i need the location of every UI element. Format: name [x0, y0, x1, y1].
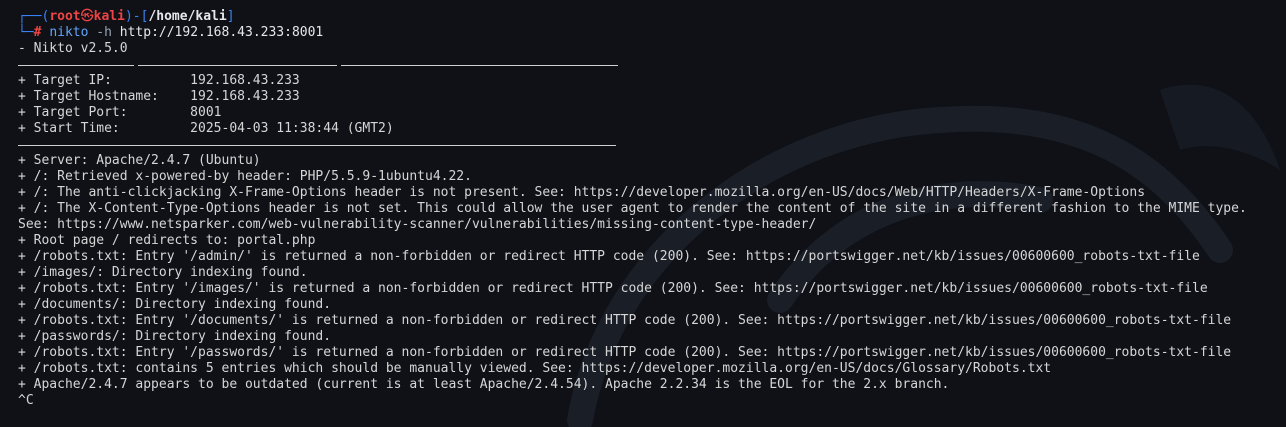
- finding-line: + /documents/: Directory indexing found.: [18, 297, 332, 312]
- finding-line: See: https://www.netsparker.com/web-vuln…: [18, 217, 817, 232]
- finding-line: + /robots.txt: Entry '/passwords/' is re…: [18, 345, 1232, 360]
- command-flag: -h: [96, 25, 112, 40]
- prompt-host: kali: [93, 9, 125, 24]
- finding-line: + Server: Apache/2.4.7 (Ubuntu): [18, 153, 261, 168]
- finding-line: + /robots.txt: Entry '/images/' is retur…: [18, 281, 1208, 296]
- finding-line: + /robots.txt: Entry '/documents/' is re…: [18, 313, 1232, 328]
- finding-line: + /: The anti-clickjacking X-Frame-Optio…: [18, 185, 1146, 200]
- command-name: nikto: [49, 25, 89, 40]
- finding-line: + /robots.txt: Entry '/admin/' is return…: [18, 249, 1200, 264]
- finding-line: + /: Retrieved x-powered-by header: PHP/…: [18, 169, 472, 184]
- finding-line: + /: The X-Content-Type-Options header i…: [18, 201, 1247, 216]
- finding-line: + /images/: Directory indexing found.: [18, 265, 308, 280]
- finding-line: + Apache/2.4.7 appears to be outdated (c…: [18, 377, 950, 392]
- separator-line: [18, 57, 1286, 73]
- prompt-header: ┌──(root㉿kali)-[/home/kali]: [18, 9, 235, 24]
- target-ip: + Target IP: 192.168.43.233: [18, 73, 300, 88]
- interrupt-signal: ^C: [18, 393, 34, 408]
- target-port: + Target Port: 8001: [18, 105, 222, 120]
- command-line[interactable]: └─# nikto -h http://192.168.43.233:8001: [18, 25, 1286, 41]
- nikto-banner: - Nikto v2.5.0: [18, 41, 128, 56]
- terminal-output: ┌──(root㉿kali)-[/home/kali] └─# nikto -h…: [18, 9, 1286, 409]
- target-hostname: + Target Hostname: 192.168.43.233: [18, 89, 300, 104]
- start-time: + Start Time: 2025-04-03 11:38:44 (GMT2): [18, 121, 394, 136]
- prompt-user: root: [49, 9, 81, 24]
- finding-line: + /passwords/: Directory indexing found.: [18, 329, 332, 344]
- finding-line: + /robots.txt: contains 5 entries which …: [18, 361, 1052, 376]
- finding-line: + Root page / redirects to: portal.php: [18, 233, 316, 248]
- prompt-cwd: /home/kali: [148, 9, 227, 24]
- prompt-at-symbol: ㉿: [80, 9, 94, 24]
- separator-line: [18, 137, 1286, 153]
- command-argument: http://192.168.43.233:8001: [119, 25, 324, 40]
